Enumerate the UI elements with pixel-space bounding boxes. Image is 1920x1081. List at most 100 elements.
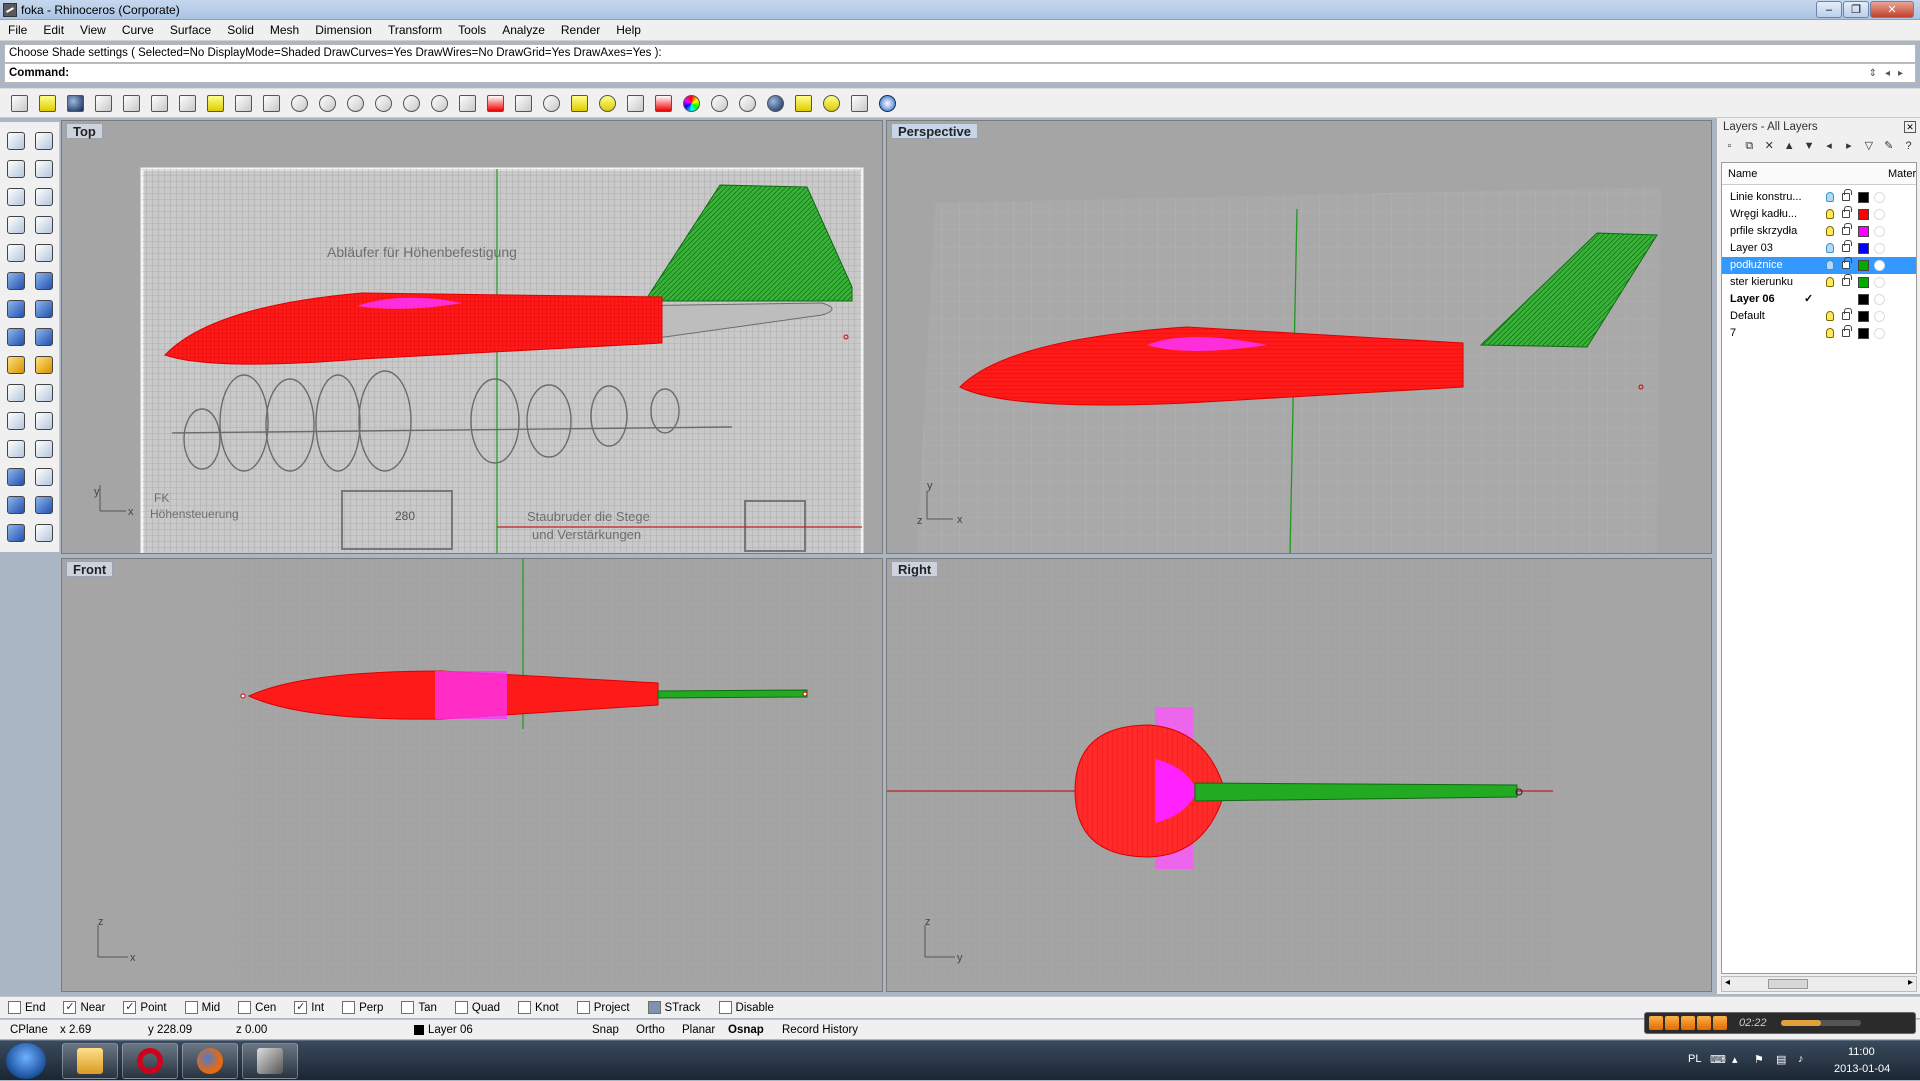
- osnap-tan[interactable]: Tan: [401, 1001, 437, 1014]
- new-file-icon[interactable]: [6, 91, 32, 115]
- menu-render[interactable]: Render: [553, 23, 608, 37]
- new-layer-icon[interactable]: ▫: [1721, 138, 1738, 154]
- mirror-icon[interactable]: [30, 491, 58, 519]
- dimension-icon[interactable]: [30, 519, 58, 547]
- layer-color-icon[interactable]: [650, 91, 676, 115]
- group-icon[interactable]: [2, 407, 30, 435]
- layer-color-swatch[interactable]: [1858, 192, 1869, 203]
- keyboard-icon[interactable]: ⌨: [1710, 1053, 1726, 1066]
- osnap-project[interactable]: Project: [576, 1001, 630, 1014]
- delete-layer-icon[interactable]: ✕: [1761, 138, 1778, 154]
- zoom-window-icon[interactable]: [342, 91, 368, 115]
- menu-transform[interactable]: Transform: [380, 23, 450, 37]
- layer-visible-bulb-icon[interactable]: [1826, 277, 1834, 287]
- osnap-near-checkbox[interactable]: [63, 1001, 77, 1014]
- move-out-icon[interactable]: ◂: [1821, 138, 1838, 154]
- osnap-strack-checkbox[interactable]: [647, 1001, 661, 1014]
- osnap-point-checkbox[interactable]: [123, 1001, 137, 1014]
- ungroup-icon[interactable]: [30, 407, 58, 435]
- layer-lock-icon[interactable]: [1842, 206, 1852, 218]
- layer-row[interactable]: prfile skrzydła: [1722, 223, 1916, 240]
- layer-row-current[interactable]: Layer 06 ✓: [1722, 291, 1916, 308]
- layer-color-swatch[interactable]: [1858, 311, 1869, 322]
- osnap-end-checkbox[interactable]: [8, 1001, 21, 1014]
- scroll-left-icon[interactable]: ◂: [1725, 977, 1730, 988]
- clock-time[interactable]: 11:00: [1848, 1046, 1875, 1058]
- status-planar-toggle[interactable]: Planar: [682, 1020, 715, 1040]
- osnap-int[interactable]: Int: [294, 1001, 324, 1014]
- osnap-perp-checkbox[interactable]: [342, 1001, 356, 1014]
- network-icon[interactable]: ▤: [1776, 1053, 1786, 1066]
- scale-icon[interactable]: [30, 463, 58, 491]
- grid-plane-icon[interactable]: [510, 91, 536, 115]
- layer-lock-icon[interactable]: [1842, 308, 1852, 320]
- analyze-icon[interactable]: [846, 91, 872, 115]
- print-icon[interactable]: [90, 91, 116, 115]
- layer-lock-icon[interactable]: [1842, 274, 1852, 286]
- wing-front[interactable]: [435, 671, 507, 719]
- close-button[interactable]: ✕: [1870, 1, 1914, 18]
- layer-material-icon[interactable]: [1874, 209, 1885, 220]
- layer-row[interactable]: Default: [1722, 308, 1916, 325]
- osnap-mid[interactable]: Mid: [184, 1001, 220, 1014]
- layer-lock-icon[interactable]: [1842, 325, 1852, 337]
- wireframe-sphere-icon[interactable]: [734, 91, 760, 115]
- layer-color-swatch[interactable]: [1858, 277, 1869, 288]
- light-bulb-icon[interactable]: [594, 91, 620, 115]
- osnap-disable-checkbox[interactable]: [718, 1001, 732, 1014]
- box-icon[interactable]: [2, 295, 30, 323]
- rhino-task-icon[interactable]: [242, 1043, 298, 1079]
- osnap-tan-checkbox[interactable]: [401, 1001, 415, 1014]
- layer-color-swatch[interactable]: [1858, 260, 1869, 271]
- array-icon[interactable]: [2, 491, 30, 519]
- undo-icon[interactable]: [230, 91, 256, 115]
- save-icon[interactable]: [62, 91, 88, 115]
- osnap-near[interactable]: Near: [63, 1001, 105, 1014]
- circle-center-icon[interactable]: [2, 239, 30, 267]
- join-icon[interactable]: [30, 351, 58, 379]
- command-scroll-arrows-icon[interactable]: ⇕◂▸: [1869, 65, 1911, 83]
- boolean-union-icon[interactable]: [30, 295, 58, 323]
- viewport-label-top[interactable]: Top: [66, 123, 103, 139]
- menu-file[interactable]: File: [0, 23, 35, 37]
- viewport-label-right[interactable]: Right: [891, 561, 939, 577]
- menu-surface[interactable]: Surface: [162, 23, 219, 37]
- osnap-knot-checkbox[interactable]: [518, 1001, 532, 1014]
- layer-material-icon[interactable]: [1874, 192, 1885, 203]
- osnap-quad-checkbox[interactable]: [454, 1001, 468, 1014]
- layer-lock-icon[interactable]: [1842, 189, 1852, 201]
- osnap-int-checkbox[interactable]: [294, 1001, 308, 1014]
- pan-hand-icon[interactable]: [258, 91, 284, 115]
- surface-corner-icon[interactable]: [2, 267, 30, 295]
- zoom-icon[interactable]: [314, 91, 340, 115]
- help-icon[interactable]: [874, 91, 900, 115]
- firefox-task-icon[interactable]: [182, 1043, 238, 1079]
- zoom-selected-icon[interactable]: [398, 91, 424, 115]
- layer-material-icon[interactable]: [1874, 260, 1885, 271]
- cylinder-icon[interactable]: [2, 323, 30, 351]
- shaded-sphere-icon[interactable]: [706, 91, 732, 115]
- layer-material-icon[interactable]: [1874, 294, 1885, 305]
- clock-date[interactable]: 2013-01-04: [1834, 1063, 1890, 1075]
- layer-material-icon[interactable]: [1874, 277, 1885, 288]
- tailplane-front[interactable]: [657, 689, 808, 699]
- layer-row-selected[interactable]: podłużnice: [1722, 257, 1916, 274]
- rectangle-icon[interactable]: [30, 211, 58, 239]
- mesh-plane-icon[interactable]: [30, 323, 58, 351]
- layer-color-swatch[interactable]: [1858, 328, 1869, 339]
- layers-horizontal-scrollbar[interactable]: ◂ ▸: [1721, 976, 1917, 992]
- opera-task-icon[interactable]: [122, 1043, 178, 1079]
- menu-edit[interactable]: Edit: [35, 23, 72, 37]
- circle-icon[interactable]: [2, 183, 30, 211]
- render-sphere-icon[interactable]: [762, 91, 788, 115]
- cut-icon[interactable]: [146, 91, 172, 115]
- status-snap-toggle[interactable]: Snap: [592, 1020, 619, 1040]
- media-seek-bar[interactable]: [1780, 1020, 1861, 1026]
- copy-move-icon[interactable]: [30, 435, 58, 463]
- flag-icon[interactable]: ⚑: [1754, 1053, 1764, 1066]
- status-cplane[interactable]: CPlane: [10, 1020, 48, 1040]
- explode-icon[interactable]: [2, 351, 30, 379]
- layer-row[interactable]: ster kierunku: [1722, 274, 1916, 291]
- language-indicator[interactable]: PL: [1688, 1053, 1701, 1065]
- layer-color-swatch[interactable]: [1858, 294, 1869, 305]
